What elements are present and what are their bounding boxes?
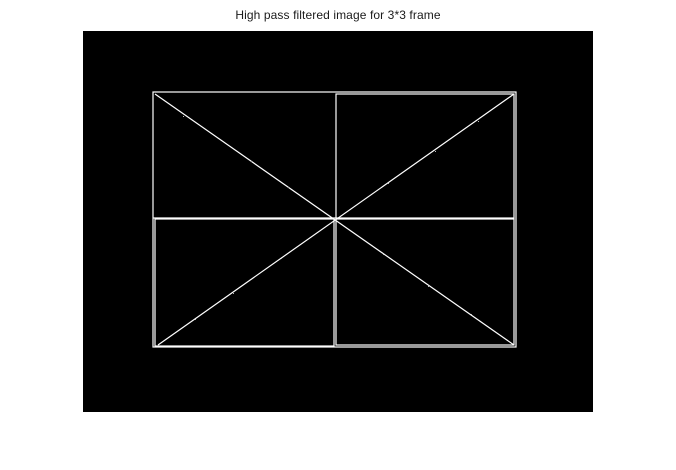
edge-noise-speck [428,286,429,287]
edge-noise-speck [288,187,289,188]
edge-noise-speck [435,151,436,152]
edge-noise-speck [216,136,217,137]
filtered-image-panel [83,31,593,412]
edge-noise-speck [183,116,184,117]
edge-noise-speck [388,183,389,184]
edge-noise-speck [195,319,196,320]
edge-noise-speck [478,121,479,122]
edge-noise-speck [383,254,384,255]
lower-left-box-edge [154,218,335,347]
edge-noise-speck [471,314,472,315]
edge-noise-speck [233,293,234,294]
edge-noise-speck [251,161,252,162]
edge-drawing [152,91,517,348]
figure-title: High pass filtered image for 3*3 frame [235,8,441,22]
edge-noise-speck [281,258,282,259]
